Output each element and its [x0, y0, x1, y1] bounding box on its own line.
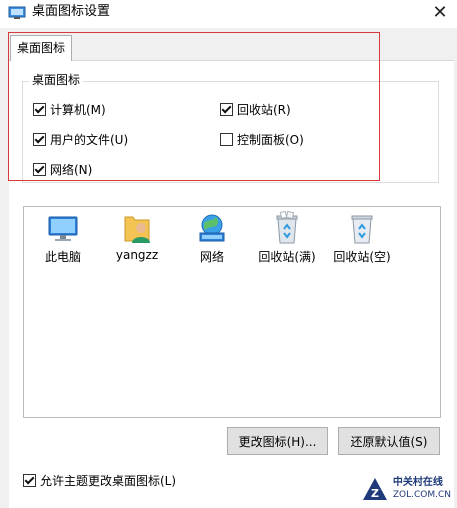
- checkbox-control-panel[interactable]: 控制面板(O): [220, 131, 304, 148]
- checkbox-box[interactable]: [33, 133, 46, 146]
- list-item-recycle-bin-full[interactable]: 回收站(满): [249, 211, 325, 265]
- restore-default-button[interactable]: 还原默认值(S): [338, 427, 440, 455]
- network-icon: [199, 214, 225, 242]
- checkbox-network[interactable]: 网络(N): [33, 161, 92, 178]
- list-item-network[interactable]: 网络: [174, 211, 250, 265]
- close-icon: ✕: [432, 1, 448, 23]
- checkbox-label: 用户的文件(U): [50, 133, 129, 147]
- checkbox-box[interactable]: [23, 474, 36, 487]
- checkbox-label: 网络(N): [50, 163, 93, 177]
- checkbox-label: 回收站(R): [237, 103, 291, 117]
- change-icon-button[interactable]: 更改图标(H)...: [227, 427, 328, 455]
- list-item-this-pc[interactable]: 此电脑: [25, 211, 101, 265]
- checkbox-computer[interactable]: 计算机(M): [33, 101, 106, 118]
- user-folder-icon: [124, 216, 150, 243]
- icon-list[interactable]: 此电脑 yangzz 网络 回收站(满) 回收站(空): [23, 206, 441, 418]
- watermark-en: ZOL.COM.CN: [392, 490, 451, 500]
- recycle-bin-empty-icon: [351, 215, 373, 244]
- watermark-cn: 中关村在线: [392, 477, 443, 488]
- title-bar: 桌面图标设置 ✕: [0, 0, 457, 28]
- checkbox-recycle-bin[interactable]: 回收站(R): [220, 101, 291, 118]
- icon-label: 此电脑: [44, 250, 81, 264]
- groupbox-legend: 桌面图标: [29, 73, 84, 87]
- checkbox-user-files[interactable]: 用户的文件(U): [33, 131, 128, 148]
- zol-logo-letter: Z: [371, 487, 379, 500]
- checkbox-box[interactable]: [220, 103, 233, 116]
- list-item-recycle-bin-empty[interactable]: 回收站(空): [324, 211, 400, 265]
- zol-watermark: Z 中关村在线 ZOL.COM.CN: [361, 476, 451, 502]
- recycle-bin-full-icon: [276, 211, 298, 244]
- icon-label: 网络: [199, 250, 224, 264]
- checkbox-allow-themes[interactable]: 允许主题更改桌面图标(L): [23, 472, 176, 489]
- icon-label: 回收站(空): [333, 250, 391, 264]
- window-title: 桌面图标设置: [32, 4, 111, 19]
- checkbox-box[interactable]: [33, 163, 46, 176]
- checkbox-label: 控制面板(O): [237, 133, 304, 147]
- icon-label: yangzz: [115, 248, 159, 262]
- zol-logo-icon: Z: [362, 478, 387, 500]
- icon-label: 回收站(满): [258, 250, 316, 264]
- checkbox-box[interactable]: [220, 133, 233, 146]
- list-item-user-folder[interactable]: yangzz: [99, 211, 175, 262]
- checkbox-label: 允许主题更改桌面图标(L): [40, 474, 177, 488]
- checkbox-label: 计算机(M): [50, 103, 106, 117]
- tab-desktop-icons[interactable]: 桌面图标: [10, 35, 73, 61]
- checkbox-box[interactable]: [33, 103, 46, 116]
- settings-window-icon: [8, 6, 26, 19]
- computer-icon: [48, 216, 78, 241]
- close-button[interactable]: ✕: [423, 0, 457, 24]
- desktop-icon-settings-dialog: 桌面图标设置 ✕ 桌面图标 桌面图标 计算机(M) 回收站(R) 用户的文件(U…: [0, 0, 457, 508]
